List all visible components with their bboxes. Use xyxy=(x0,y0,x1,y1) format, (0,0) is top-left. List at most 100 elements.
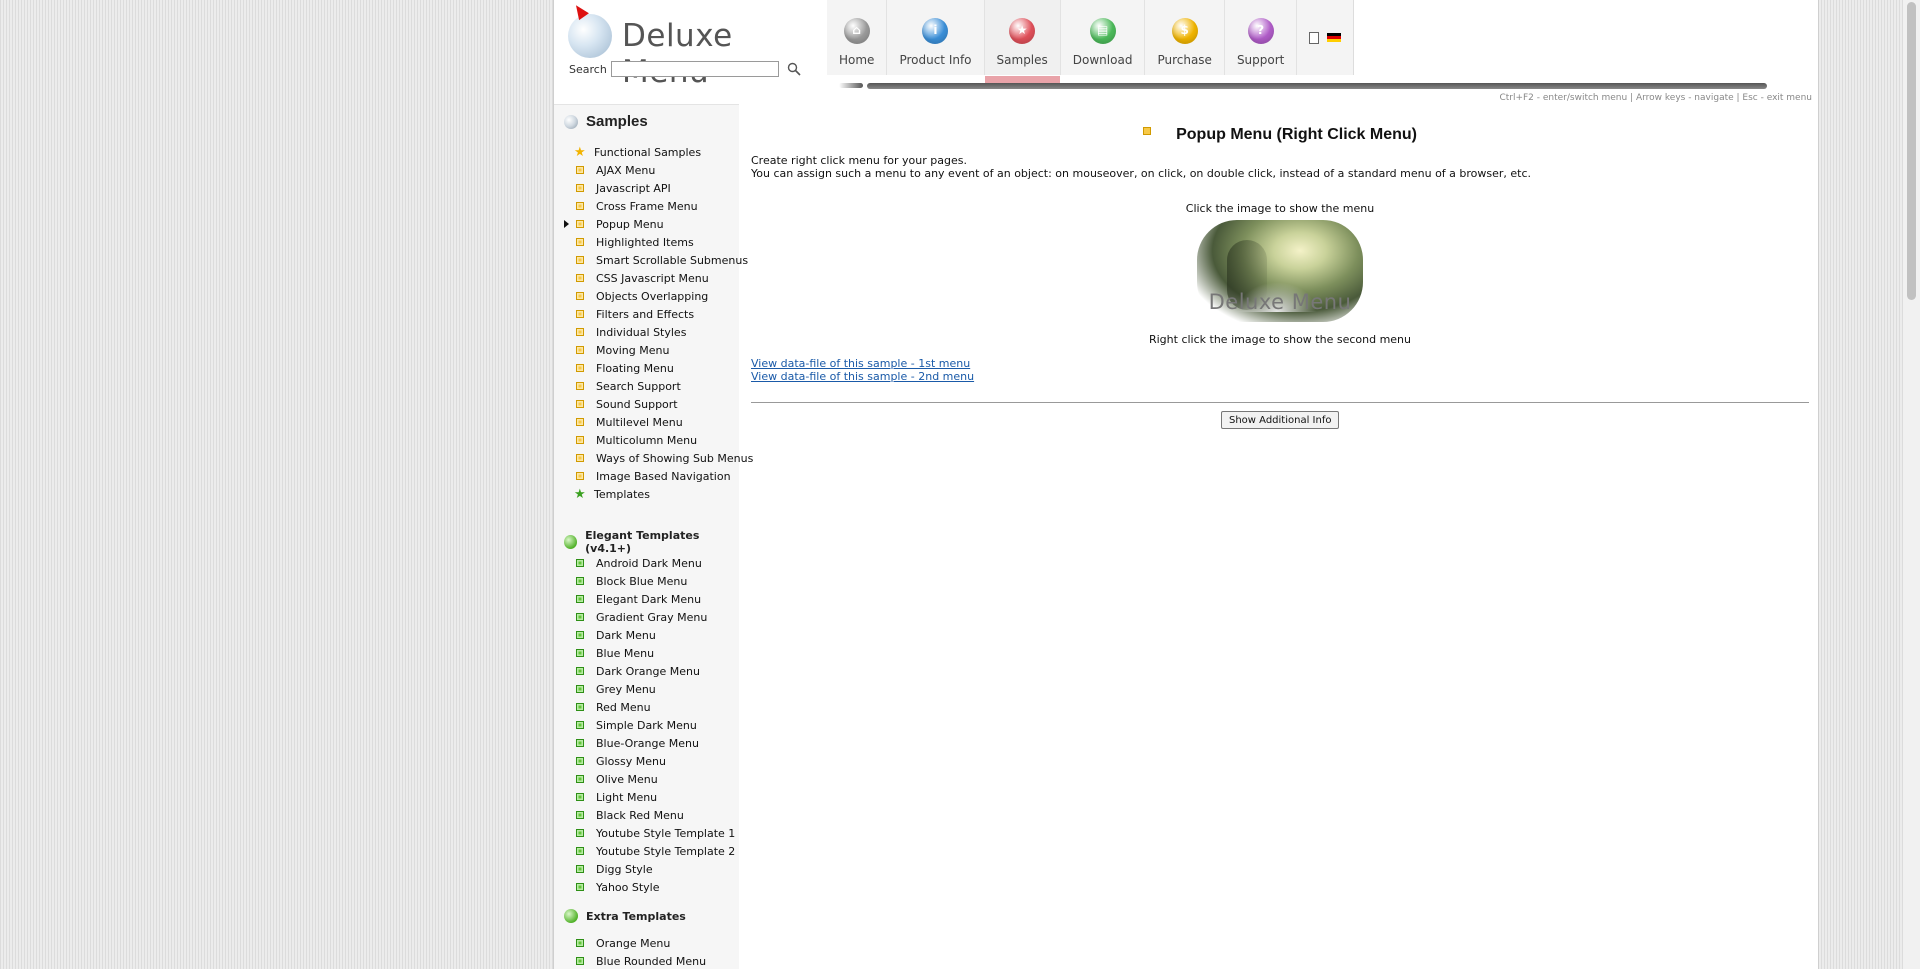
sidebar-item-sound-support[interactable]: Sound Support xyxy=(576,395,678,413)
bullet-icon xyxy=(576,847,584,855)
search-icon[interactable] xyxy=(787,62,801,76)
sidebar-item-blue-rounded-menu[interactable]: Blue Rounded Menu xyxy=(576,952,706,969)
sidebar-item-multilevel-menu[interactable]: Multilevel Menu xyxy=(576,413,683,431)
sidebar-item-grey-menu[interactable]: Grey Menu xyxy=(576,680,656,698)
sidebar-item-label: Black Red Menu xyxy=(596,808,684,822)
bullet-icon xyxy=(576,865,584,873)
sidebar-item-red-menu[interactable]: Red Menu xyxy=(576,698,651,716)
data-file-link-1[interactable]: View data-file of this sample - 1st menu xyxy=(751,357,970,370)
sidebar-heading-elegant-templates[interactable]: Elegant Templates (v4.1+) xyxy=(564,529,739,555)
bullet-icon xyxy=(576,202,584,210)
sidebar-item-glossy-menu[interactable]: Glossy Menu xyxy=(576,752,666,770)
sidebar-item-cross-frame-menu[interactable]: Cross Frame Menu xyxy=(576,197,698,215)
sidebar-item-label: Individual Styles xyxy=(596,325,687,339)
nav-item-purchase[interactable]: $ Purchase xyxy=(1145,0,1225,75)
bullet-icon xyxy=(576,166,584,174)
sidebar-item-block-blue-menu[interactable]: Block Blue Menu xyxy=(576,572,687,590)
sidebar-item-digg-style[interactable]: Digg Style xyxy=(576,860,653,878)
data-file-link-2[interactable]: View data-file of this sample - 2nd menu xyxy=(751,370,974,383)
bullet-icon xyxy=(576,939,584,947)
bullet-icon xyxy=(576,957,584,965)
sidebar-item-filters-and-effects[interactable]: Filters and Effects xyxy=(576,305,694,323)
sidebar-item-ways-of-showing-sub-menus[interactable]: Ways of Showing Sub Menus xyxy=(576,449,753,467)
sidebar-item-functional-samples[interactable]: ★ Functional Samples xyxy=(574,143,702,161)
language-selector xyxy=(1297,0,1353,75)
image-caption: Deluxe Menu xyxy=(1208,290,1352,314)
bullet-icon xyxy=(576,292,584,300)
sidebar-item-youtube-style-template-1[interactable]: Youtube Style Template 1 xyxy=(576,824,735,842)
bullet-icon xyxy=(576,346,584,354)
sidebar-item-yahoo-style[interactable]: Yahoo Style xyxy=(576,878,660,896)
page-description: Create right click menu for your pages. … xyxy=(751,154,1531,180)
sidebar-item-css-javascript-menu[interactable]: CSS Javascript Menu xyxy=(576,269,709,287)
description-line-1: Create right click menu for your pages. xyxy=(751,154,967,167)
description-line-2: You can assign such a menu to any event … xyxy=(751,167,1532,180)
sidebar-item-label: AJAX Menu xyxy=(596,163,656,177)
sidebar-item-android-dark-menu[interactable]: Android Dark Menu xyxy=(576,554,702,572)
nav-item-support[interactable]: ? Support xyxy=(1225,0,1298,75)
nav-item-samples[interactable]: ★ Samples xyxy=(984,0,1061,83)
sidebar-item-popup-menu[interactable]: Popup Menu xyxy=(576,215,664,233)
bullet-icon xyxy=(576,454,584,462)
sidebar-item-label: Image Based Navigation xyxy=(596,469,731,483)
nav-item-label: Download xyxy=(1072,53,1133,67)
sidebar-item-dark-menu[interactable]: Dark Menu xyxy=(576,626,656,644)
nav-item-label: Product Info xyxy=(899,53,972,67)
sidebar-item-blue-menu[interactable]: Blue Menu xyxy=(576,644,654,662)
sidebar-item-moving-menu[interactable]: Moving Menu xyxy=(576,341,669,359)
sidebar-item-search-support[interactable]: Search Support xyxy=(576,377,681,395)
sidebar-heading-label: Extra Templates xyxy=(586,909,686,923)
sidebar-item-objects-overlapping[interactable]: Objects Overlapping xyxy=(576,287,708,305)
sidebar-item-youtube-style-template-2[interactable]: Youtube Style Template 2 xyxy=(576,842,735,860)
sidebar-item-black-red-menu[interactable]: Black Red Menu xyxy=(576,806,684,824)
sidebar-item-javascript-api[interactable]: Javascript API xyxy=(576,179,671,197)
logo[interactable]: Deluxe Menu xyxy=(564,1,814,90)
sidebar-item-image-based-navigation[interactable]: Image Based Navigation xyxy=(576,467,731,485)
main-nav: ⌂ Home i Product Info ★ Samples ▤ Download $ Purc… xyxy=(827,0,1355,83)
nav-item-home[interactable]: ⌂ Home xyxy=(827,0,888,75)
page-scrollbar[interactable] xyxy=(1903,0,1920,969)
title-bullet-icon xyxy=(1143,126,1152,135)
sample-image[interactable]: Deluxe Menu xyxy=(1197,220,1363,322)
sidebar-item-label: Highlighted Items xyxy=(596,235,694,249)
sidebar-item-label: Javascript API xyxy=(596,181,671,195)
search-input[interactable] xyxy=(610,61,779,77)
sidebar-heading-extra-templates[interactable]: Extra Templates xyxy=(564,909,686,923)
sidebar-item-olive-menu[interactable]: Olive Menu xyxy=(576,770,658,788)
show-additional-info-button[interactable]: Show Additional Info xyxy=(1221,411,1340,429)
sidebar-item-label: CSS Javascript Menu xyxy=(596,271,709,285)
bullet-icon xyxy=(576,739,584,747)
sidebar-item-smart-scrollable-submenus[interactable]: Smart Scrollable Submenus xyxy=(576,251,748,269)
sidebar-item-gradient-gray-menu[interactable]: Gradient Gray Menu xyxy=(576,608,707,626)
right-click-instruction: Right click the image to show the second… xyxy=(1148,333,1411,346)
bullet-icon xyxy=(576,685,584,693)
sidebar-item-floating-menu[interactable]: Floating Menu xyxy=(576,359,674,377)
download-icon: ▤ xyxy=(1089,18,1116,44)
sidebar-item-light-menu[interactable]: Light Menu xyxy=(576,788,657,806)
sidebar-item-blue-orange-menu[interactable]: Blue-Orange Menu xyxy=(576,734,699,752)
logo-globe-icon xyxy=(568,14,612,58)
document-icon[interactable] xyxy=(1309,32,1320,44)
sidebar-item-elegant-dark-menu[interactable]: Elegant Dark Menu xyxy=(576,590,701,608)
sidebar-item-individual-styles[interactable]: Individual Styles xyxy=(576,323,686,341)
sidebar-item-highlighted-items[interactable]: Highlighted Items xyxy=(576,233,694,251)
sidebar-item-simple-dark-menu[interactable]: Simple Dark Menu xyxy=(576,716,697,734)
sidebar-item-orange-menu[interactable]: Orange Menu xyxy=(576,934,670,952)
german-flag-icon[interactable] xyxy=(1327,33,1342,42)
bullet-icon xyxy=(576,382,584,390)
sidebar-heading-samples[interactable]: Samples xyxy=(564,113,648,130)
sidebar-item-templates[interactable]: ★ Templates xyxy=(574,485,650,503)
nav-item-download[interactable]: ▤ Download xyxy=(1061,0,1146,75)
sidebar-item-dark-orange-menu[interactable]: Dark Orange Menu xyxy=(576,662,700,680)
sidebar: Samples ★ Functional Samples AJAX Menu Javas… xyxy=(554,104,753,969)
scrollbar-thumb[interactable] xyxy=(1907,2,1916,300)
search-bar: Search xyxy=(569,61,801,77)
sidebar-item-multicolumn-menu[interactable]: Multicolumn Menu xyxy=(576,431,697,449)
nav-item-product-info[interactable]: i Product Info xyxy=(887,0,985,75)
sidebar-item-label: Multicolumn Menu xyxy=(596,433,698,447)
sidebar-item-ajax-menu[interactable]: AJAX Menu xyxy=(576,161,655,179)
bullet-icon xyxy=(576,559,584,567)
question-icon: ? xyxy=(1247,18,1274,44)
sidebar-item-label: Moving Menu xyxy=(596,343,670,357)
sidebar-item-label: Functional Samples xyxy=(594,145,702,159)
